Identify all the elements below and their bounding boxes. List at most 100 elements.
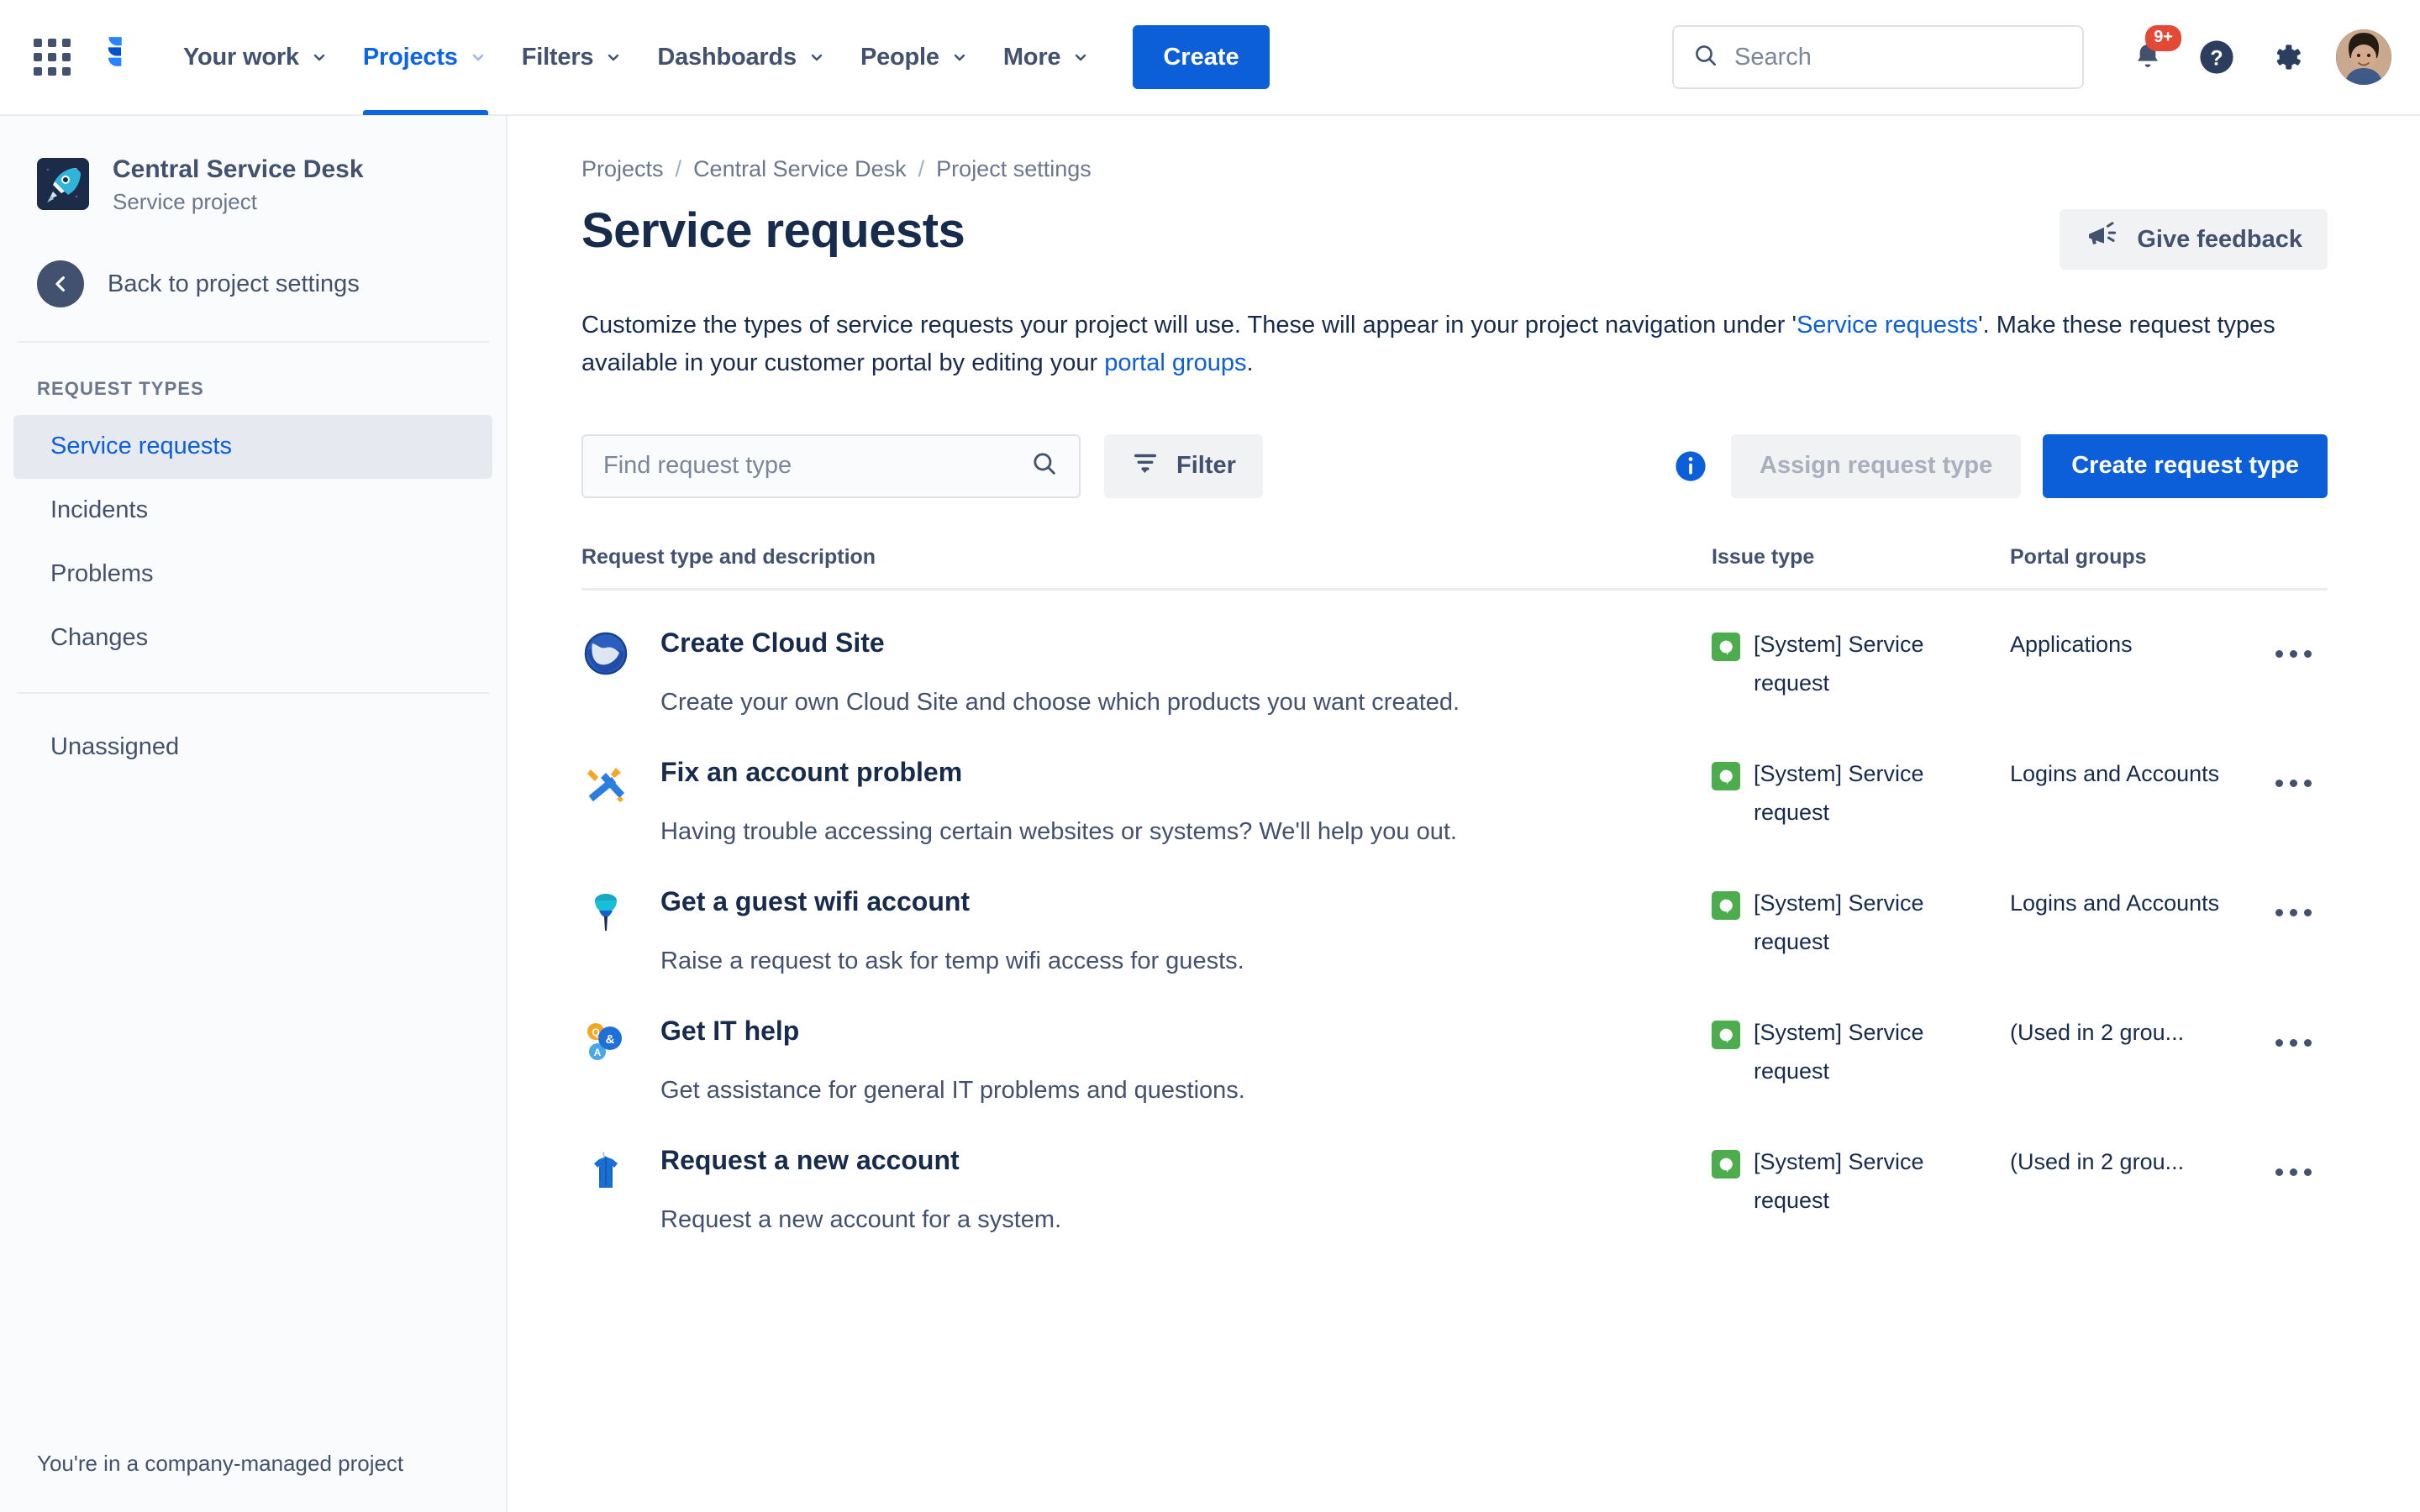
request-type-title[interactable]: Fix an account problem (660, 755, 1457, 789)
request-type-cell: Request a new account Request a new acco… (581, 1143, 1712, 1237)
arrow-left-icon (37, 260, 84, 307)
request-type-description: Create your own Cloud Site and choose wh… (660, 688, 1460, 716)
search-icon[interactable] (1030, 449, 1059, 482)
nav-item-filters[interactable]: Filters (505, 0, 641, 115)
row-more-actions-button[interactable] (2262, 1017, 2324, 1068)
back-label: Back to project settings (108, 270, 360, 297)
svg-text:A: A (594, 1047, 602, 1058)
settings-button[interactable] (2255, 27, 2316, 87)
find-request-type-box[interactable] (581, 433, 1081, 498)
nav-item-projects[interactable]: Projects (346, 0, 505, 115)
project-type: Service project (113, 189, 257, 214)
filter-button[interactable]: Filter (1104, 433, 1263, 498)
table-row: Create Cloud Site Create your own Cloud … (581, 591, 2328, 720)
nav-item-people[interactable]: People (844, 0, 986, 115)
request-type-cell: Fix an account problem Having trouble ac… (581, 755, 1712, 849)
issue-type-cell: [System] Service request (1712, 755, 2010, 832)
request-type-text: Fix an account problem Having trouble ac… (660, 755, 1457, 849)
search-icon (1692, 42, 1719, 73)
find-request-type-input[interactable] (603, 452, 1030, 480)
sidebar-item-incidents[interactable]: Incidents (13, 479, 492, 543)
search-input[interactable] (1734, 43, 2064, 71)
sidebar-item-problems[interactable]: Problems (13, 543, 492, 606)
sidebar-item-service-requests[interactable]: Service requests (13, 415, 492, 479)
give-feedback-label: Give feedback (2137, 225, 2302, 253)
request-type-title[interactable]: Get a guest wifi account (660, 885, 1244, 918)
service-request-issue-icon (1712, 890, 1740, 920)
shirt-icon (581, 1147, 630, 1195)
row-more-actions-button[interactable] (2262, 759, 2324, 809)
service-requests-link[interactable]: Service requests (1797, 312, 1978, 339)
issue-type-cell: [System] Service request (1712, 626, 2010, 703)
jira-logo-icon[interactable] (89, 34, 141, 81)
give-feedback-button[interactable]: Give feedback (2060, 209, 2328, 270)
help-button[interactable]: ? (2186, 27, 2247, 87)
user-avatar[interactable] (2336, 29, 2391, 85)
breadcrumb-item-central-service-desk[interactable]: Central Service Desk (693, 156, 907, 182)
breadcrumb-item-project-settings[interactable]: Project settings (936, 156, 1092, 182)
nav-item-more[interactable]: More (986, 0, 1108, 115)
request-type-title[interactable]: Create Cloud Site (660, 626, 1460, 659)
back-to-project-settings-link[interactable]: Back to project settings (0, 223, 506, 341)
description-text-1: Customize the types of service requests … (581, 312, 1797, 339)
column-header-portal-groups: Portal groups (2010, 544, 2147, 569)
issue-type-label: [System] Service request (1754, 1149, 1924, 1213)
issue-type-label: [System] Service request (1754, 1020, 1924, 1084)
globe-icon (581, 629, 630, 678)
sidebar-item-label: Changes (50, 623, 149, 651)
row-more-actions-button[interactable] (2262, 888, 2324, 938)
request-types-table: Request type and description Issue type … (581, 545, 2328, 1237)
row-more-actions-button[interactable] (2262, 629, 2324, 680)
service-request-issue-icon (1712, 761, 1740, 790)
service-request-issue-icon (1712, 1150, 1740, 1179)
request-types-toolbar: Filter Assign request type Create reques… (581, 433, 2328, 498)
svg-text:?: ? (2210, 47, 2223, 71)
sidebar-item-unassigned[interactable]: Unassigned (13, 716, 492, 780)
table-header-row: Request type and description Issue type … (581, 545, 2328, 591)
project-header[interactable]: Central Service Desk Service project (0, 134, 506, 223)
breadcrumb-separator: / (675, 156, 682, 181)
app-switcher-button[interactable] (29, 34, 76, 81)
info-icon[interactable] (1672, 448, 1709, 485)
nav-item-label: Dashboards (657, 43, 797, 71)
avatar-image (2336, 29, 2391, 85)
nav-item-label: Filters (521, 43, 594, 71)
table-row: Request a new account Request a new acco… (581, 1108, 2328, 1237)
nav-item-dashboards[interactable]: Dashboards (640, 0, 844, 115)
nav-item-your-work[interactable]: Your work (166, 0, 346, 115)
toolbar-right-actions: Assign request type Create request type (1672, 433, 2328, 498)
rocket-project-icon (37, 158, 89, 210)
support-bubbles-icon: Q & A (581, 1017, 630, 1066)
global-search-box[interactable] (1672, 25, 2084, 89)
page-title-row: Service requests Give feedback (581, 202, 2328, 270)
project-sidebar: Central Service Desk Service project Bac… (0, 116, 508, 1512)
row-actions-cell (2262, 1014, 2363, 1068)
create-button[interactable]: Create (1133, 25, 1270, 89)
svg-text:&: & (606, 1032, 615, 1047)
request-type-description: Request a new account for a system. (660, 1206, 1062, 1234)
chevron-down-icon (1071, 47, 1091, 67)
sidebar-footer-note: You're in a company-managed project (0, 1425, 504, 1512)
request-type-title[interactable]: Request a new account (660, 1143, 1061, 1177)
project-header-text: Central Service Desk Service project (113, 153, 364, 215)
project-name: Central Service Desk (113, 155, 364, 183)
row-more-actions-button[interactable] (2262, 1147, 2324, 1197)
breadcrumb: Projects / Central Service Desk / Projec… (581, 156, 2328, 182)
portal-groups-link[interactable]: portal groups (1104, 349, 1246, 376)
main-content: Projects / Central Service Desk / Projec… (508, 116, 2420, 1512)
service-request-issue-icon (1712, 632, 1740, 661)
sidebar-item-changes[interactable]: Changes (13, 606, 492, 670)
issue-type-label: [System] Service request (1754, 890, 1924, 954)
assign-request-type-button[interactable]: Assign request type (1731, 433, 2022, 498)
notifications-button[interactable]: 9+ (2118, 25, 2181, 87)
service-request-issue-icon (1712, 1021, 1740, 1050)
description-text-3: . (1246, 349, 1254, 376)
table-row: Fix an account problem Having trouble ac… (581, 720, 2328, 849)
chevron-down-icon (950, 47, 970, 67)
breadcrumb-item-projects[interactable]: Projects (581, 156, 664, 182)
request-type-title[interactable]: Get IT help (660, 1014, 1245, 1047)
request-type-text: Get IT help Get assistance for general I… (660, 1014, 1245, 1108)
create-request-type-button[interactable]: Create request type (2043, 433, 2328, 498)
chevron-down-icon (468, 47, 488, 67)
